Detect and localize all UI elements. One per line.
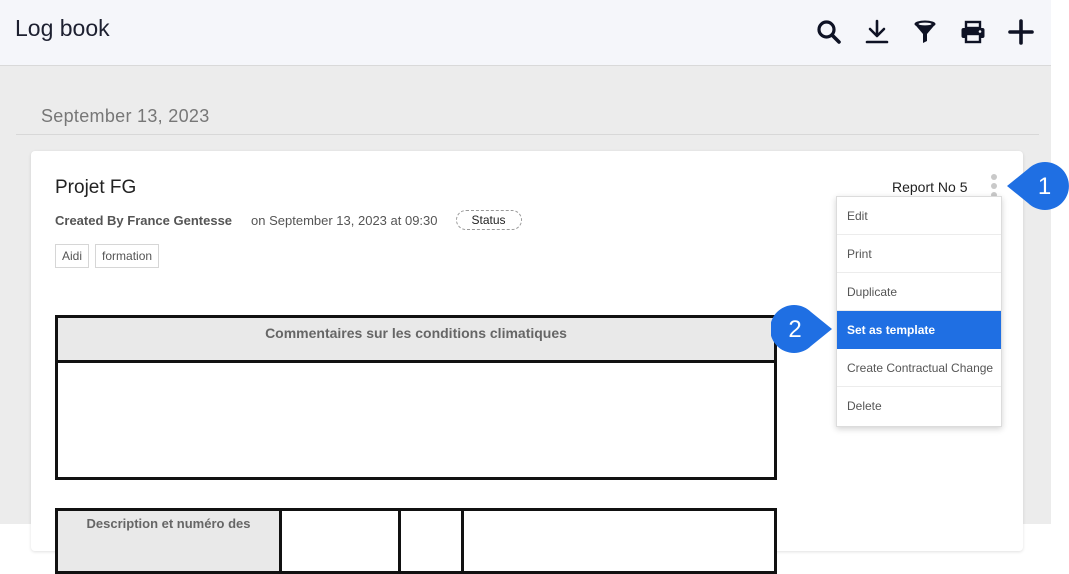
entry-meta: Created By France Gentesse on September … xyxy=(55,210,522,230)
table-cell xyxy=(282,511,401,571)
tag[interactable]: Aidi xyxy=(55,244,90,268)
report-number: Report No 5 xyxy=(892,179,968,195)
created-on: on September 13, 2023 at 09:30 xyxy=(251,212,438,228)
tag-list: Aidi formation xyxy=(55,244,160,268)
date-divider xyxy=(16,134,1039,135)
filter-icon[interactable] xyxy=(907,14,943,50)
menu-item-edit[interactable]: Edit xyxy=(837,197,1001,235)
download-icon[interactable] xyxy=(859,14,895,50)
menu-item-set-as-template[interactable]: Set as template xyxy=(837,311,1001,349)
date-group-heading: September 13, 2023 xyxy=(41,106,210,126)
context-menu: Edit Print Duplicate Set as template Cre… xyxy=(836,196,1002,427)
description-header: Description et numéro des xyxy=(58,511,282,571)
search-icon[interactable] xyxy=(811,14,847,50)
weather-comments-body[interactable] xyxy=(58,363,774,473)
page-title: Log book xyxy=(15,15,110,41)
project-name: Projet FG xyxy=(55,177,137,198)
callout-number: 1 xyxy=(1037,172,1052,200)
weather-comments-header: Commentaires sur les conditions climatiq… xyxy=(58,318,774,363)
table-cell xyxy=(464,511,774,571)
status-badge[interactable]: Status xyxy=(455,210,522,230)
more-options-icon[interactable] xyxy=(987,174,1001,198)
menu-item-print[interactable]: Print xyxy=(837,235,1001,273)
kebab-dot xyxy=(991,183,997,189)
menu-item-duplicate[interactable]: Duplicate xyxy=(837,273,1001,311)
callout-number: 2 xyxy=(788,316,802,343)
top-bar: Log book xyxy=(0,0,1051,66)
add-icon[interactable] xyxy=(1003,14,1039,50)
tag[interactable]: formation xyxy=(95,244,160,268)
menu-item-create-contractual-change[interactable]: Create Contractual Change xyxy=(837,349,1001,387)
created-by: Created By France Gentesse xyxy=(55,212,233,228)
callout-2: 2 xyxy=(771,303,835,357)
app-background: Log book September 13, 2023 Projet FG Cr… xyxy=(0,0,1051,574)
menu-item-delete[interactable]: Delete xyxy=(837,387,1001,425)
print-icon[interactable] xyxy=(955,14,991,50)
kebab-dot xyxy=(991,174,997,180)
callout-1: 1 xyxy=(1004,159,1069,214)
weather-comments-table: Commentaires sur les conditions climatiq… xyxy=(55,315,777,480)
description-table: Description et numéro des xyxy=(55,508,777,574)
table-cell xyxy=(401,511,464,571)
